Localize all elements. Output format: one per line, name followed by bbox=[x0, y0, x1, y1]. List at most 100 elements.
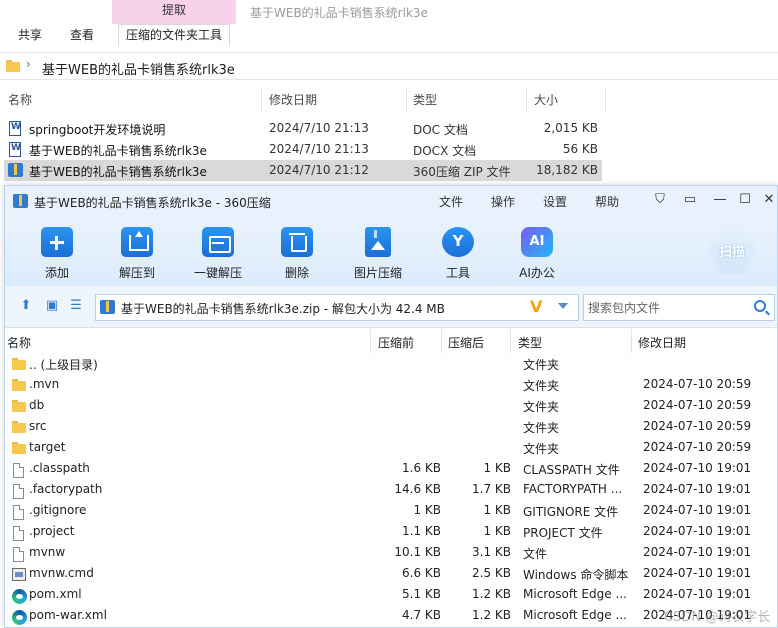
v-logo-icon[interactable]: V bbox=[530, 297, 542, 316]
file-type: 360压缩 ZIP 文件 bbox=[413, 165, 511, 179]
column-type[interactable]: 类型 bbox=[518, 334, 542, 351]
feedback-icon[interactable]: ▭ bbox=[681, 191, 699, 209]
word-doc-icon bbox=[9, 142, 21, 157]
menu-operate[interactable]: 操作 bbox=[491, 193, 515, 210]
ribbon-context-header[interactable]: 提取 bbox=[112, 0, 236, 22]
minimize-icon[interactable]: — bbox=[711, 191, 729, 209]
image-compress-label: 图片压缩 bbox=[353, 266, 402, 280]
delete-button[interactable]: 删除 bbox=[265, 224, 329, 282]
list-item[interactable]: db 文件夹 2024-07-10 20:59 bbox=[5, 395, 777, 416]
item-size-before: 6.6 KB bbox=[402, 566, 441, 580]
item-size-after: 1 KB bbox=[483, 524, 511, 538]
scan-label: 扫描 bbox=[718, 245, 745, 260]
folder-icon bbox=[12, 379, 26, 391]
ai-office-icon bbox=[521, 227, 553, 257]
item-name: pom-war.xml bbox=[29, 608, 107, 622]
search-input[interactable] bbox=[588, 299, 748, 316]
skin-icon[interactable]: ⛉ bbox=[651, 191, 669, 209]
ai-office-button[interactable]: AI办公 bbox=[505, 224, 569, 282]
column-separator[interactable] bbox=[370, 329, 371, 353]
column-separator[interactable] bbox=[261, 88, 262, 112]
explorer-column-header: 名称 修改日期 类型 大小 bbox=[0, 88, 778, 112]
column-separator[interactable] bbox=[441, 329, 442, 353]
tools-button[interactable]: 工具 bbox=[426, 224, 490, 282]
list-item[interactable]: .classpath 1.6 KB 1 KB CLASSPATH 文件 2024… bbox=[5, 458, 777, 479]
item-name: .classpath bbox=[29, 461, 90, 475]
item-type: FACTORYPATH ... bbox=[523, 482, 623, 496]
chevron-right-icon[interactable]: › bbox=[26, 57, 31, 71]
explorer-address-bar[interactable]: › 基于WEB的礼品卡销售系统rlk3e bbox=[0, 52, 778, 80]
column-date[interactable]: 修改日期 bbox=[638, 334, 686, 351]
item-size-after: 1 KB bbox=[483, 461, 511, 475]
image-compress-button[interactable]: 图片压缩 bbox=[346, 224, 410, 282]
archive-path-box[interactable]: 基于WEB的礼品卡销售系统rlk3e.zip - 解包大小为 42.4 MB V bbox=[95, 294, 579, 321]
maximize-icon[interactable]: ☐ bbox=[736, 191, 754, 209]
item-type: PROJECT 文件 bbox=[523, 526, 603, 540]
search-icon[interactable] bbox=[754, 300, 766, 312]
up-arrow-icon[interactable]: ⬆ bbox=[19, 299, 33, 313]
list-item[interactable]: .factorypath 14.6 KB 1.7 KB FACTORYPATH … bbox=[5, 479, 777, 500]
file-date: 2024/7/10 21:13 bbox=[269, 121, 369, 135]
item-name: src bbox=[29, 419, 47, 433]
add-button[interactable]: 添加 bbox=[25, 224, 89, 282]
column-date[interactable]: 修改日期 bbox=[269, 91, 317, 108]
list-item[interactable]: target 文件夹 2024-07-10 20:59 bbox=[5, 437, 777, 458]
list-item[interactable]: mvnw.cmd 6.6 KB 2.5 KB Windows 命令脚本 2024… bbox=[5, 563, 777, 584]
list-item[interactable]: mvnw 10.1 KB 3.1 KB 文件 2024-07-10 19:01 bbox=[5, 542, 777, 563]
column-before[interactable]: 压缩前 bbox=[378, 334, 414, 351]
item-size-before: 1 KB bbox=[413, 503, 441, 517]
item-name: target bbox=[29, 440, 66, 454]
file-row[interactable]: springboot开发环境说明 2024/7/10 21:13 DOC 文档 … bbox=[4, 118, 602, 139]
column-separator[interactable] bbox=[406, 88, 407, 112]
extract-to-button[interactable]: 解压到 bbox=[105, 224, 169, 282]
file-row-selected[interactable]: 基于WEB的礼品卡销售系统rlk3e 2024/7/10 21:12 360压缩… bbox=[4, 160, 602, 181]
menu-help[interactable]: 帮助 bbox=[595, 193, 619, 210]
list-item[interactable]: pom.xml 5.1 KB 1.2 KB Microsoft Edge ...… bbox=[5, 584, 777, 605]
close-icon[interactable]: ✕ bbox=[760, 191, 778, 209]
tab-compressed-folder-tools[interactable]: 压缩的文件夹工具 bbox=[118, 24, 231, 46]
one-click-extract-button[interactable]: 一键解压 bbox=[186, 224, 250, 282]
item-name: .mvn bbox=[29, 377, 60, 391]
list-item[interactable]: .gitignore 1 KB 1 KB GITIGNORE 文件 2024-0… bbox=[5, 500, 777, 521]
file-icon bbox=[13, 547, 24, 562]
breadcrumb[interactable]: 基于WEB的礼品卡销售系统rlk3e bbox=[42, 59, 235, 78]
column-separator[interactable] bbox=[510, 329, 511, 353]
archive-search-box[interactable] bbox=[583, 294, 775, 321]
column-name[interactable]: 名称 bbox=[8, 91, 32, 108]
chevron-down-icon[interactable] bbox=[558, 303, 568, 309]
file-row[interactable]: 基于WEB的礼品卡销售系统rlk3e 2024/7/10 21:13 DOCX … bbox=[4, 139, 602, 160]
item-name: mvnw bbox=[29, 545, 66, 559]
column-separator[interactable] bbox=[605, 88, 606, 112]
list-view-icon[interactable]: ☰ bbox=[69, 299, 83, 313]
column-name[interactable]: 名称 bbox=[7, 334, 31, 351]
file-size: 56 KB bbox=[562, 142, 598, 156]
explorer-window-title: 基于WEB的礼品卡销售系统rlk3e bbox=[250, 6, 428, 20]
list-item[interactable]: .. (上级目录) 文件夹 bbox=[5, 353, 777, 374]
item-date: 2024-07-10 19:01 bbox=[643, 566, 752, 580]
list-item[interactable]: pom-war.xml 4.7 KB 1.2 KB Microsoft Edge… bbox=[5, 605, 777, 626]
list-item[interactable]: .project 1.1 KB 1 KB PROJECT 文件 2024-07-… bbox=[5, 521, 777, 542]
column-separator[interactable] bbox=[526, 88, 527, 112]
column-size[interactable]: 大小 bbox=[534, 91, 558, 108]
tab-share[interactable]: 共享 bbox=[18, 26, 42, 46]
column-after[interactable]: 压缩后 bbox=[448, 334, 484, 351]
item-size-after: 1.7 KB bbox=[472, 482, 511, 496]
archive-file-list[interactable]: .. (上级目录) 文件夹 .mvn 文件夹 2024-07-10 20:59 … bbox=[5, 353, 777, 628]
tools-icon bbox=[442, 227, 474, 257]
item-name: mvnw.cmd bbox=[29, 566, 94, 580]
zip-archive-icon bbox=[100, 300, 115, 314]
column-type[interactable]: 类型 bbox=[413, 91, 437, 108]
menu-settings[interactable]: 设置 bbox=[543, 193, 567, 210]
zip-window-titlebar[interactable]: 基于WEB的礼品卡销售系统rlk3e - 360压缩 文件 操作 设置 帮助 ⛉… bbox=[5, 186, 777, 216]
item-date: 2024-07-10 19:01 bbox=[643, 545, 752, 559]
list-item[interactable]: .mvn 文件夹 2024-07-10 20:59 bbox=[5, 374, 777, 395]
column-separator[interactable] bbox=[631, 329, 632, 353]
item-size-before: 1.1 KB bbox=[402, 524, 441, 538]
thumbnail-view-icon[interactable]: ▣ bbox=[45, 299, 59, 313]
tab-view[interactable]: 查看 bbox=[70, 26, 94, 46]
item-type: 文件 bbox=[523, 547, 548, 561]
menu-file[interactable]: 文件 bbox=[439, 193, 463, 210]
folder-icon bbox=[12, 400, 26, 412]
item-size-before: 5.1 KB bbox=[402, 587, 441, 601]
list-item[interactable]: src 文件夹 2024-07-10 20:59 bbox=[5, 416, 777, 437]
